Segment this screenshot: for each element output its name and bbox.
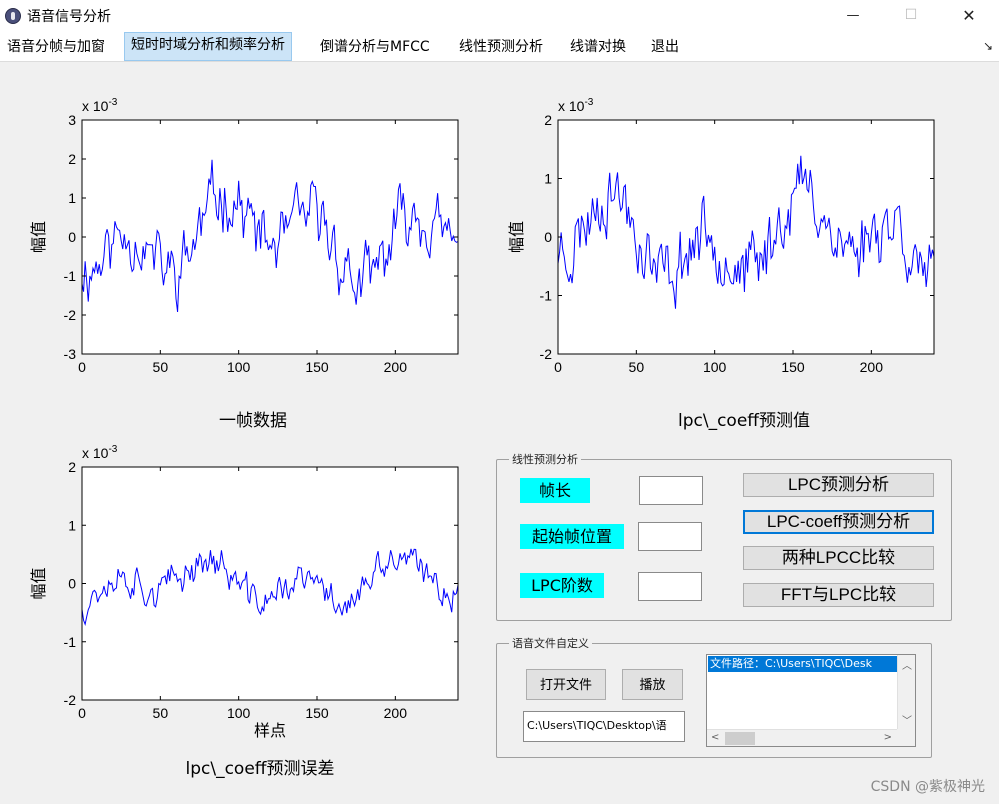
x-tick-label: 150 <box>781 359 805 375</box>
y-tick-label: -2 <box>64 307 77 323</box>
close-button[interactable]: ✕ <box>946 0 992 30</box>
y-tick-label: 1 <box>68 517 76 533</box>
x-tick-label: 50 <box>153 705 169 721</box>
x-tick-label: 200 <box>384 705 408 721</box>
scroll-thumb[interactable] <box>725 732 755 745</box>
minimize-button[interactable]: — <box>830 0 876 30</box>
caption-frame-data: 一帧数据 <box>219 411 287 431</box>
fft-lpc-compare-button[interactable]: FFT与LPC比较 <box>743 583 934 607</box>
y-tick-label: -3 <box>64 346 77 362</box>
x-tick-label: 100 <box>227 359 251 375</box>
lpc-coeff-analysis-button[interactable]: LPC-coeff预测分析 <box>743 510 934 534</box>
x-tick-label: 0 <box>78 359 86 375</box>
y-tick-label: -2 <box>64 692 77 708</box>
plot-lpc-error: -2 -1 0 1 2 0 50 100 150 200 x 10-3 幅值样点 <box>20 436 480 740</box>
scroll-right-icon[interactable]: > <box>884 732 892 743</box>
y-tick-label: 2 <box>68 151 76 167</box>
lpc-panel-title: 线性预测分析 <box>509 451 581 467</box>
x-axis-label: 样点 <box>254 722 286 740</box>
y-tick-label: -2 <box>540 346 553 362</box>
y-axis-label: 幅值 <box>30 567 48 599</box>
list-item[interactable]: 文件路径：C:\Users\TIQC\Desk <box>708 656 897 672</box>
app-icon <box>5 8 21 24</box>
close-icon: ✕ <box>962 5 976 25</box>
list-horizontal-scrollbar[interactable]: < > <box>707 729 897 746</box>
menu-overflow-icon[interactable]: ↘ <box>983 39 993 53</box>
x-tick-label: 0 <box>78 705 86 721</box>
x-tick-label: 50 <box>153 359 169 375</box>
lpc-order-input[interactable] <box>638 572 702 601</box>
y-tick-label: -1 <box>540 288 553 304</box>
menu-cepstrum-mfcc[interactable]: 倒谱分析与MFCC <box>314 34 436 61</box>
lpc-order-label: LPC阶数 <box>520 573 604 598</box>
menu-linear-prediction[interactable]: 线性预测分析 <box>453 34 549 61</box>
caption-lpc-error: lpc\_coeff预测误差 <box>185 759 335 779</box>
plot-area <box>82 467 458 700</box>
list-vertical-scrollbar[interactable]: ︿ ﹀ <box>897 655 915 729</box>
y-tick-label: 2 <box>544 112 552 128</box>
x-tick-label: 150 <box>305 359 329 375</box>
minimize-icon: — <box>846 7 860 23</box>
lpcc-compare-button[interactable]: 两种LPCC比较 <box>743 546 934 570</box>
x-tick-label: 200 <box>860 359 884 375</box>
x-tick-label: 100 <box>703 359 727 375</box>
plot-lpc-prediction: -2 -1 0 1 2 0 50 100 150 200 x 10-3 幅值 <box>498 90 958 380</box>
plot-frame-data: -3 -2 -1 0 1 2 3 0 50 100 150 200 x 10-3 幅值 <box>20 90 480 380</box>
watermark: CSDN @紫极神光 <box>870 779 985 795</box>
y-exponent-label: x 10-3 <box>82 444 118 461</box>
x-tick-label: 200 <box>384 359 408 375</box>
maximize-icon: ☐ <box>904 7 918 23</box>
scroll-down-icon[interactable]: ﹀ <box>902 712 912 727</box>
y-tick-label: 3 <box>68 112 76 128</box>
y-axis-label: 幅值 <box>30 221 48 253</box>
y-tick-label: 0 <box>68 576 76 592</box>
menu-line-spectrum-pair[interactable]: 线谱对换 <box>564 34 632 61</box>
y-exponent-label: x 10-3 <box>82 97 118 114</box>
menu-short-time-analysis[interactable]: 短时时域分析和频率分析 <box>124 32 292 61</box>
plot-svg: -2 -1 0 1 2 0 50 100 150 200 x 10-3 幅值 <box>508 97 935 375</box>
file-path-input[interactable]: C:\Users\TIQC\Desktop\语 <box>523 711 685 742</box>
start-frame-label: 起始帧位置 <box>520 524 624 549</box>
y-tick-label: 1 <box>544 171 552 187</box>
frame-length-input[interactable] <box>639 476 703 505</box>
x-tick-label: 100 <box>227 705 251 721</box>
maximize-button[interactable]: ☐ <box>888 0 934 30</box>
start-frame-input[interactable] <box>638 522 702 551</box>
y-tick-label: 0 <box>68 229 76 245</box>
window-title: 语音信号分析 <box>27 9 111 25</box>
caption-lpc-prediction: lpc\_coeff预测值 <box>677 411 810 431</box>
y-tick-label: 2 <box>68 459 76 475</box>
x-tick-label: 0 <box>554 359 562 375</box>
x-tick-label: 50 <box>629 359 645 375</box>
scroll-up-icon[interactable]: ︿ <box>902 657 912 672</box>
y-tick-label: -1 <box>64 634 77 650</box>
scroll-corner <box>897 729 915 746</box>
plot-area <box>82 120 458 354</box>
frame-length-label: 帧长 <box>520 478 590 503</box>
file-panel-title: 语音文件自定义 <box>509 635 592 651</box>
lpc-analysis-button[interactable]: LPC预测分析 <box>743 473 934 497</box>
y-exponent-label: x 10-3 <box>558 97 594 114</box>
menu-exit[interactable]: 退出 <box>645 34 685 61</box>
plot-svg: -3 -2 -1 0 1 2 3 0 50 100 150 200 x 10-3 幅值 <box>30 97 459 375</box>
y-tick-label: 1 <box>68 190 76 206</box>
y-axis-label: 幅值 <box>508 221 526 253</box>
title-bar: 语音信号分析 — ☐ ✕ <box>0 0 999 32</box>
open-file-button[interactable]: 打开文件 <box>526 669 606 700</box>
x-tick-label: 150 <box>305 705 329 721</box>
file-path-list[interactable]: 文件路径：C:\Users\TIQC\Desk ︿ ﹀ < > <box>706 654 916 747</box>
y-tick-label: 0 <box>544 229 552 245</box>
menu-framing-windowing[interactable]: 语音分帧与加窗 <box>1 34 111 61</box>
plot-svg: -2 -1 0 1 2 0 50 100 150 200 x 10-3 幅值样点 <box>30 444 459 740</box>
scroll-left-icon[interactable]: < <box>711 732 719 743</box>
y-tick-label: -1 <box>64 268 77 284</box>
play-button[interactable]: 播放 <box>622 669 683 700</box>
